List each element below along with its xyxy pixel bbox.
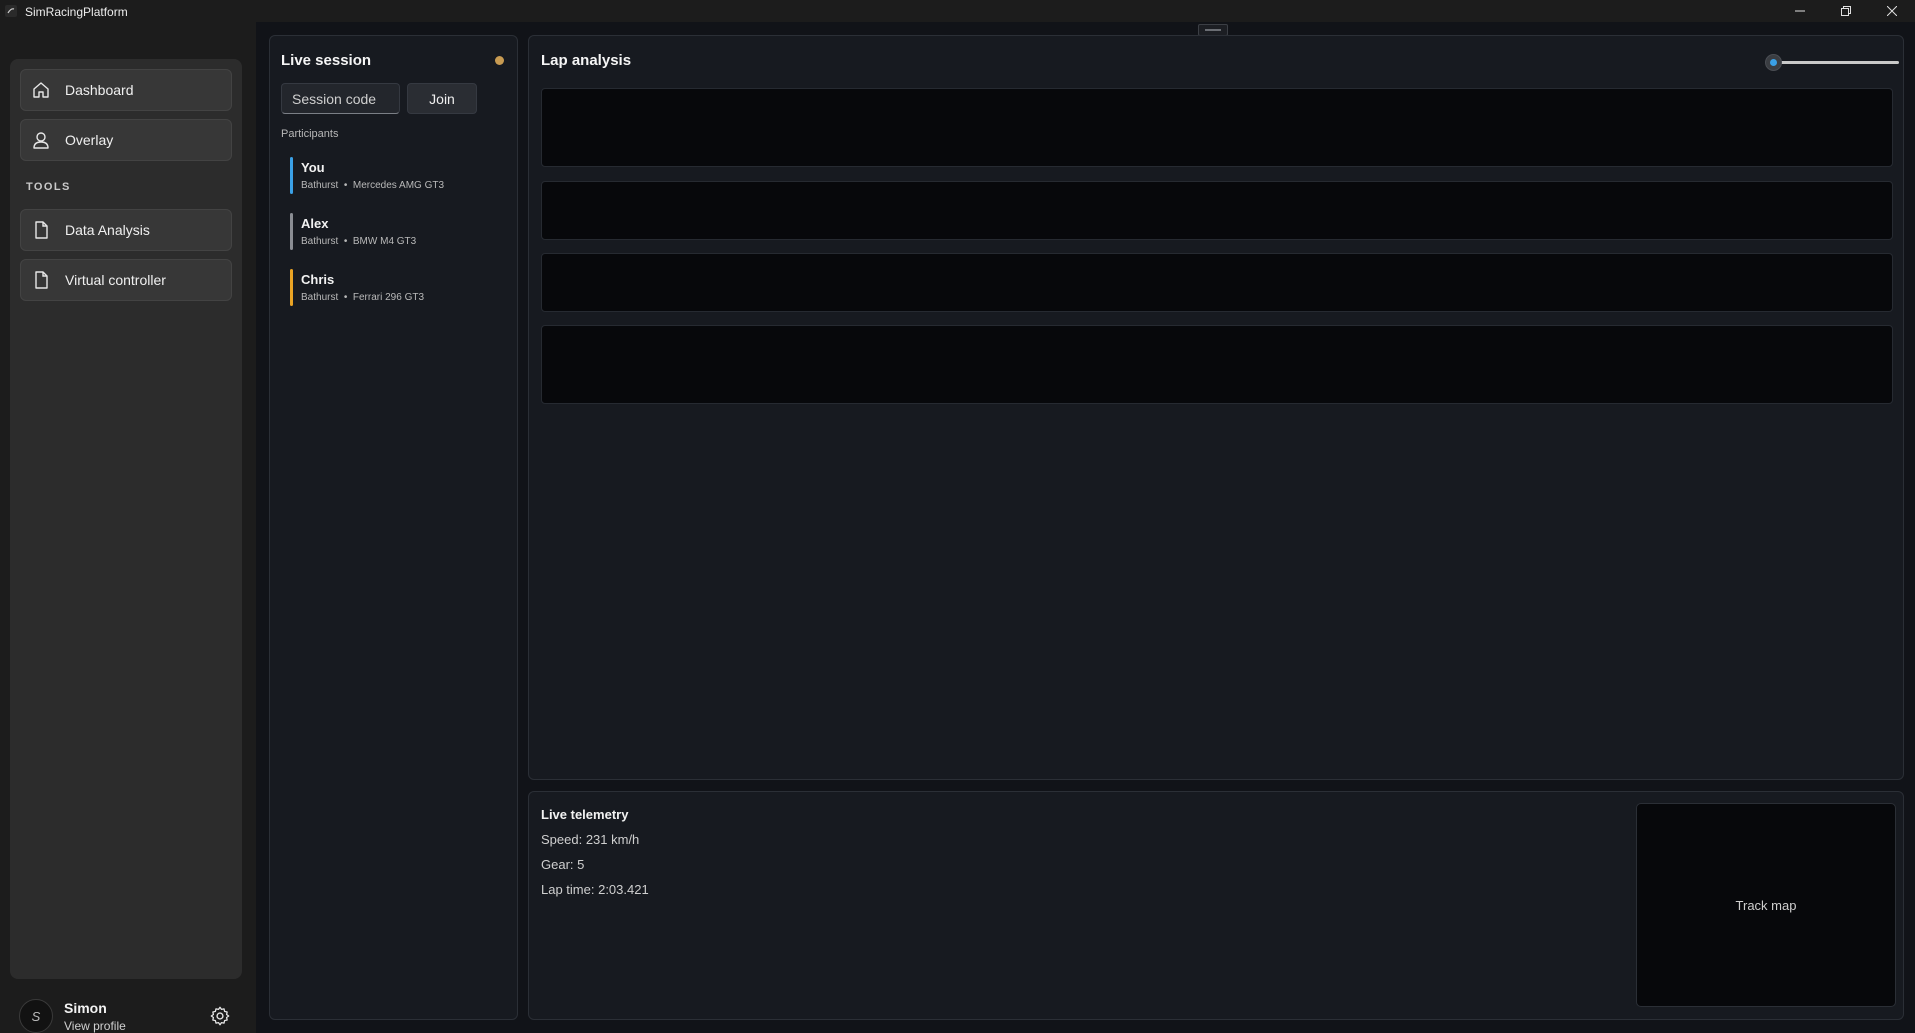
participant-item[interactable]: Alex Bathurst • BMW M4 GT3 bbox=[290, 213, 510, 251]
participant-item[interactable]: You Bathurst • Mercedes AMG GT3 bbox=[290, 157, 510, 195]
nav-item-overlay[interactable]: Overlay bbox=[20, 119, 232, 161]
close-button[interactable] bbox=[1869, 0, 1915, 22]
participant-name: Chris bbox=[301, 272, 335, 287]
nav-item-data-analysis[interactable]: Data Analysis bbox=[20, 209, 232, 251]
person-icon bbox=[33, 132, 49, 149]
close-icon bbox=[1887, 6, 1897, 16]
home-icon bbox=[33, 82, 49, 98]
speed-readout: Speed: 231 km/h bbox=[541, 832, 640, 847]
restore-icon bbox=[1841, 6, 1851, 16]
nav-item-dashboard[interactable]: Dashboard bbox=[20, 69, 232, 111]
join-button[interactable]: Join bbox=[407, 83, 477, 114]
separator: • bbox=[343, 236, 348, 247]
separator: • bbox=[343, 292, 348, 303]
telemetry-graph-2 bbox=[541, 181, 1893, 240]
profile-name: Simon bbox=[64, 1000, 107, 1016]
avatar: S bbox=[19, 999, 53, 1033]
live-telemetry-title: Live telemetry bbox=[541, 807, 629, 822]
track-map: Track map bbox=[1636, 803, 1896, 1007]
lap-analysis-panel: Lap analysis bbox=[528, 35, 1904, 780]
participant-color-bar bbox=[290, 269, 293, 306]
participant-track: Bathurst bbox=[301, 180, 339, 191]
participant-color-bar bbox=[290, 213, 293, 250]
participant-track: Bathurst bbox=[301, 236, 339, 247]
session-code-input[interactable] bbox=[281, 83, 400, 114]
minimize-button[interactable] bbox=[1777, 0, 1823, 22]
tools-section-title: TOOLS bbox=[26, 181, 71, 193]
separator: • bbox=[343, 180, 348, 191]
app-logo-icon bbox=[5, 5, 17, 17]
lap-analysis-title: Lap analysis bbox=[541, 52, 632, 69]
user-profile[interactable]: S Simon View profile bbox=[19, 997, 239, 1033]
participant-color-bar bbox=[290, 157, 293, 194]
lap-time-readout: Lap time: 2:03.421 bbox=[541, 882, 649, 897]
live-session-panel: Live session Join Participants You Bathu… bbox=[269, 35, 518, 1020]
participant-car: BMW M4 GT3 bbox=[352, 236, 417, 247]
participant-car: Ferrari 296 GT3 bbox=[352, 292, 425, 303]
app-title: SimRacingPlatform bbox=[25, 5, 128, 19]
telemetry-graph-3 bbox=[541, 253, 1893, 312]
zoom-slider[interactable] bbox=[1765, 53, 1900, 71]
minimize-icon bbox=[1795, 10, 1805, 12]
participant-details: Bathurst • Mercedes AMG GT3 bbox=[301, 180, 444, 191]
participant-name: Alex bbox=[301, 216, 329, 231]
gear-icon bbox=[210, 1006, 230, 1026]
telemetry-graph-1 bbox=[541, 88, 1893, 167]
slider-thumb[interactable] bbox=[1765, 54, 1782, 71]
live-telemetry-panel: Live telemetry Speed: 231 km/h Gear: 5 L… bbox=[528, 791, 1904, 1020]
title-bar: SimRacingPlatform bbox=[0, 0, 1915, 22]
participant-car: Mercedes AMG GT3 bbox=[352, 180, 445, 191]
participant-name: You bbox=[301, 160, 325, 175]
main-content: Live session Join Participants You Bathu… bbox=[256, 22, 1915, 1033]
navigation-panel: Dashboard Overlay TOOLS Data Analysis Vi… bbox=[10, 59, 242, 979]
document-icon bbox=[35, 271, 48, 289]
track-map-label: Track map bbox=[1735, 897, 1797, 913]
maximize-button[interactable] bbox=[1823, 0, 1869, 22]
telemetry-graph-4 bbox=[541, 325, 1893, 404]
settings-button[interactable] bbox=[209, 1005, 231, 1032]
participant-track: Bathurst bbox=[301, 292, 339, 303]
navigation-area: Dashboard Overlay TOOLS Data Analysis Vi… bbox=[0, 22, 256, 1033]
participant-details: Bathurst • Ferrari 296 GT3 bbox=[301, 292, 424, 303]
session-status-indicator bbox=[495, 56, 504, 65]
participant-item[interactable]: Chris Bathurst • Ferrari 296 GT3 bbox=[290, 269, 510, 307]
live-session-title: Live session bbox=[281, 52, 372, 69]
view-profile-link[interactable]: View profile bbox=[64, 1019, 126, 1033]
nav-item-label: Overlay bbox=[65, 132, 114, 148]
slider-track bbox=[1771, 61, 1899, 64]
nav-item-label: Virtual controller bbox=[65, 272, 166, 288]
nav-item-label: Dashboard bbox=[65, 82, 134, 98]
gear-readout: Gear: 5 bbox=[541, 857, 585, 872]
nav-item-virtual-controller[interactable]: Virtual controller bbox=[20, 259, 232, 301]
document-icon bbox=[35, 221, 48, 239]
nav-item-label: Data Analysis bbox=[65, 222, 150, 238]
participant-details: Bathurst • BMW M4 GT3 bbox=[301, 236, 416, 247]
participants-label: Participants bbox=[281, 128, 339, 140]
